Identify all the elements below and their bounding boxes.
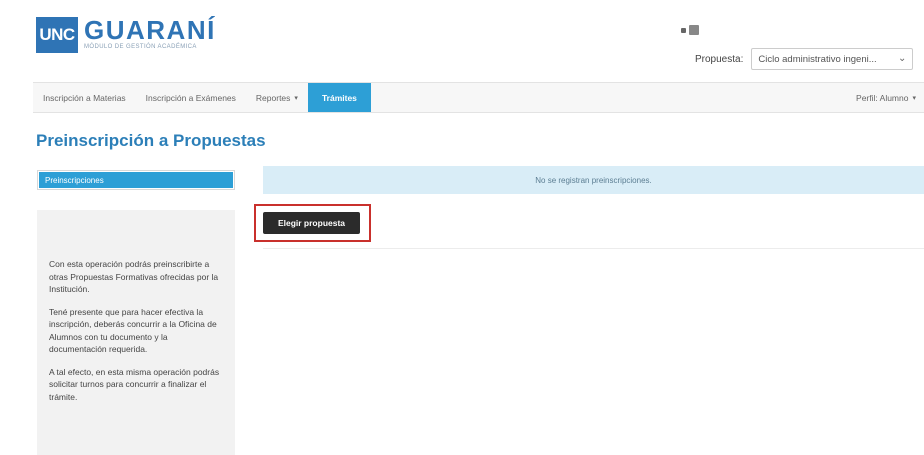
logo-text: GUARANÍ MÓDULO DE GESTIÓN ACADÉMICA [84, 17, 216, 50]
no-preinscripciones-alert: No se registran preinscripciones. [263, 166, 924, 194]
nav-perfil[interactable]: Perfil: Alumno ▾ [846, 83, 924, 112]
caret-down-icon: ▾ [294, 94, 298, 102]
nav-tramites[interactable]: Trámites [307, 83, 371, 112]
main-navbar: Inscripción a Materias Inscripción a Exá… [33, 82, 924, 113]
page-title: Preinscripción a Propuestas [36, 131, 266, 150]
nav-reportes[interactable]: Reportes ▾ [246, 83, 308, 112]
nav-inscripcion-materias[interactable]: Inscripción a Materias [33, 83, 136, 112]
user-menu-icon[interactable] [681, 25, 699, 35]
logo-title: GUARANÍ [84, 15, 216, 45]
divider [263, 248, 924, 249]
perfil-label: Perfil: Alumno [856, 92, 909, 103]
nav-item-label: Inscripción a Exámenes [145, 92, 236, 103]
chevron-down-icon: ⌄ [897, 53, 907, 64]
propuesta-label: Propuesta: [695, 53, 744, 65]
elegir-propuesta-button[interactable]: Elegir propuesta [263, 212, 360, 234]
sidebar-tab-preinscripciones[interactable]: Preinscripciones [37, 170, 235, 190]
info-paragraph: Con esta operación podrás preinscribirte… [49, 259, 219, 294]
propuesta-select-value: Ciclo administrativo ingeni... [758, 53, 877, 65]
nav-inscripcion-examenes[interactable]: Inscripción a Exámenes [136, 83, 246, 112]
sidebar-info-panel: Con esta operación podrás preinscribirte… [37, 210, 235, 455]
highlight-box: Elegir propuesta [254, 204, 371, 242]
nav-item-label: Inscripción a Materias [43, 92, 126, 103]
guarani-logo[interactable]: UNC GUARANÍ MÓDULO DE GESTIÓN ACADÉMICA [36, 17, 216, 53]
logo-subtitle: MÓDULO DE GESTIÓN ACADÉMICA [84, 44, 197, 50]
info-paragraph: Tené presente que para hacer efectiva la… [49, 306, 217, 355]
propuesta-selector: Propuesta: Ciclo administrativo ingeni..… [695, 48, 914, 70]
nav-item-label: Reportes [255, 92, 291, 103]
sidebar-tab-label: Preinscripciones [39, 172, 233, 188]
user-avatar-icon [689, 25, 699, 35]
user-dot-icon [681, 27, 686, 33]
info-paragraph: A tal efecto, en esta misma operación po… [49, 366, 220, 402]
unc-logo-box: UNC [36, 17, 78, 53]
caret-down-icon: ▾ [912, 94, 916, 102]
propuesta-select[interactable]: Ciclo administrativo ingeni... ⌄ [751, 48, 914, 70]
header: UNC GUARANÍ MÓDULO DE GESTIÓN ACADÉMICA … [0, 0, 924, 82]
nav-item-label: Trámites [321, 92, 357, 103]
